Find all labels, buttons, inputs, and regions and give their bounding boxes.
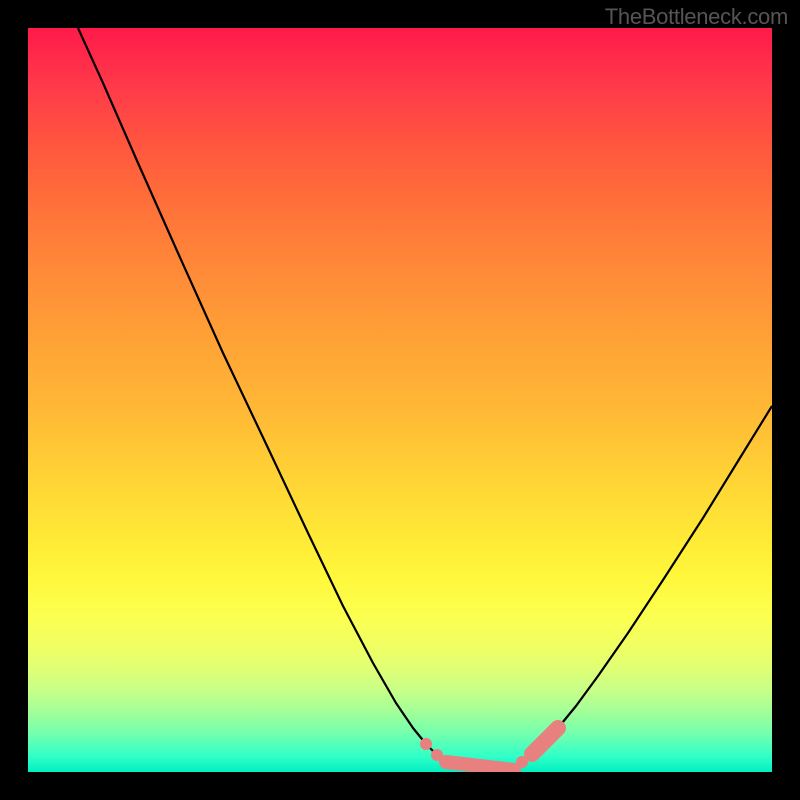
markers-group (420, 728, 558, 770)
bottleneck-curve (78, 28, 772, 771)
marker-pill (446, 762, 514, 770)
marker-pill (532, 728, 558, 754)
chart-svg (28, 28, 772, 772)
marker-dot (420, 738, 432, 750)
watermark-text: TheBottleneck.com (605, 4, 788, 30)
plot-area (28, 28, 772, 772)
